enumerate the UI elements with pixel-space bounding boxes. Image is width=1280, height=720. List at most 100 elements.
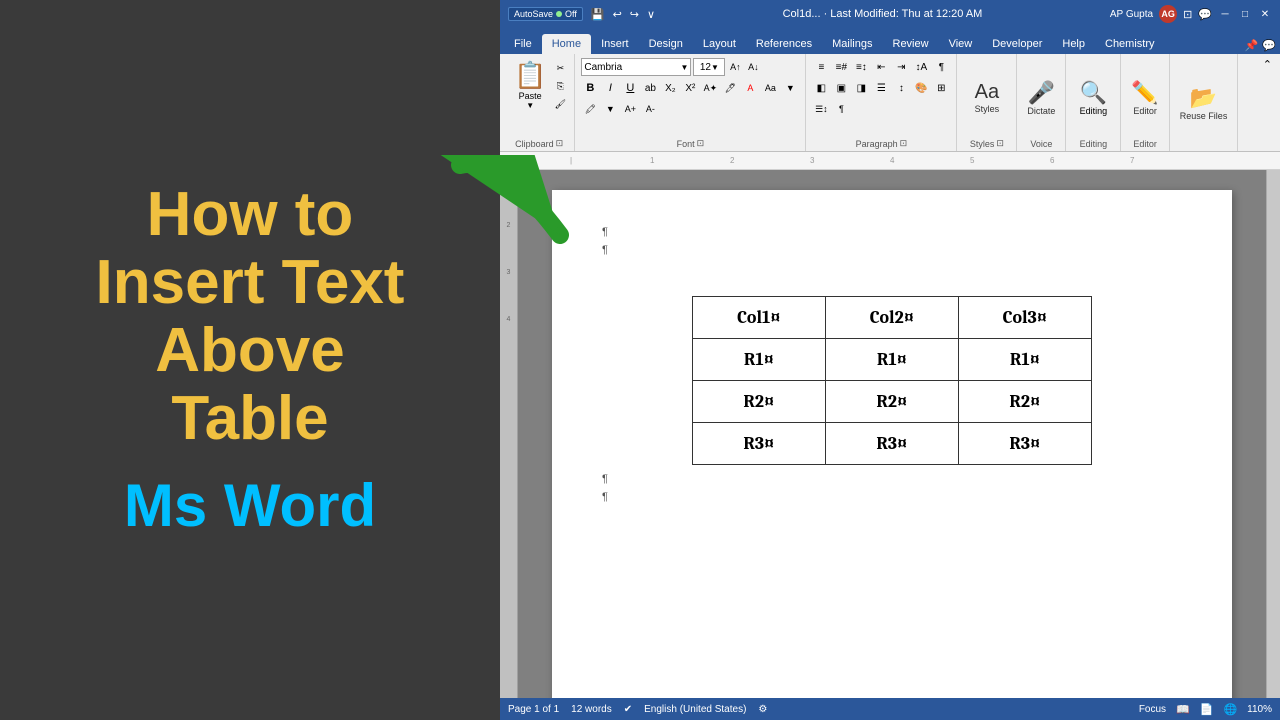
cut-button[interactable]: ✂ bbox=[552, 60, 568, 76]
justify-button[interactable]: ☰ bbox=[872, 79, 890, 97]
table-cell-r1c2[interactable]: R1¤ bbox=[826, 339, 959, 381]
more-icon[interactable]: ∨ bbox=[647, 8, 655, 21]
tab-view[interactable]: View bbox=[939, 34, 983, 54]
ribbon-toggle-icon[interactable]: ⊡ bbox=[1183, 8, 1192, 21]
superscript-button[interactable]: X² bbox=[681, 79, 699, 97]
numbered-list-button[interactable]: ≡# bbox=[832, 58, 850, 76]
tab-home[interactable]: Home bbox=[542, 34, 591, 54]
highlight-color-button[interactable]: 🖍 bbox=[581, 100, 599, 118]
change-case-button[interactable]: ▼ bbox=[781, 79, 799, 97]
read-mode-icon[interactable]: 📖 bbox=[1176, 703, 1190, 716]
table-cell-r1c1[interactable]: R1¤ bbox=[693, 339, 826, 381]
bullet-list-button[interactable]: ≡ bbox=[812, 58, 830, 76]
tab-file[interactable]: File bbox=[504, 34, 542, 54]
multilevel-list-button[interactable]: ≡↕ bbox=[852, 58, 870, 76]
undo-icon[interactable]: ↩ bbox=[613, 8, 622, 21]
reuse-files-button[interactable]: 📂 Reuse Files bbox=[1176, 83, 1232, 123]
word-table[interactable]: Col1¤ Col2¤ Col3¤ R1¤ R1¤ R1¤ R2¤ R2¤ bbox=[692, 296, 1092, 465]
tab-developer[interactable]: Developer bbox=[982, 34, 1052, 54]
table-cell-r3c2[interactable]: R3¤ bbox=[826, 423, 959, 465]
paste-button[interactable]: 📋 Paste ▼ bbox=[510, 58, 550, 112]
paragraph-mark-button[interactable]: ¶ bbox=[832, 100, 850, 118]
borders-button[interactable]: ⊞ bbox=[932, 79, 950, 97]
editing-button[interactable]: 🔍 Editing bbox=[1072, 78, 1114, 118]
tab-help[interactable]: Help bbox=[1052, 34, 1095, 54]
editor-button[interactable]: ✏️ Editor bbox=[1127, 78, 1162, 118]
shading2-button[interactable]: 🎨 bbox=[912, 79, 930, 97]
track-changes-icon[interactable]: ⚙ bbox=[758, 704, 767, 715]
clipboard-expand-icon[interactable]: ⊡ bbox=[556, 138, 564, 149]
ribbon-pin-icon[interactable]: 📌 bbox=[1245, 39, 1259, 52]
tab-layout[interactable]: Layout bbox=[693, 34, 746, 54]
word-window: AutoSave Off 💾 ↩ ↪ ∨ Col1d... · Last Mod… bbox=[500, 0, 1280, 720]
highlight-button[interactable]: 🖊 bbox=[721, 79, 739, 97]
table-cell-col2-header[interactable]: Col2¤ bbox=[826, 297, 959, 339]
decrease-indent-button[interactable]: ⇤ bbox=[872, 58, 890, 76]
dictate-button[interactable]: 🎤 Dictate bbox=[1023, 78, 1059, 118]
show-hide-button[interactable]: ¶ bbox=[932, 58, 950, 76]
clear-format-button[interactable]: Aa bbox=[761, 79, 779, 97]
sort-button[interactable]: ↕A bbox=[912, 58, 930, 76]
subscript-button[interactable]: X₂ bbox=[661, 79, 679, 97]
tab-references[interactable]: References bbox=[746, 34, 822, 54]
table-cell-col3-header[interactable]: Col3¤ bbox=[959, 297, 1092, 339]
styles-button[interactable]: Aa Styles bbox=[971, 79, 1004, 116]
align-left-button[interactable]: ◧ bbox=[812, 79, 830, 97]
tab-review[interactable]: Review bbox=[883, 34, 939, 54]
language[interactable]: English (United States) bbox=[644, 704, 746, 715]
table-cell-r3c1[interactable]: R3¤ bbox=[693, 423, 826, 465]
text-effects-button[interactable]: A✦ bbox=[701, 79, 719, 97]
ribbon-group-paragraph: ≡ ≡# ≡↕ ⇤ ⇥ ↕A ¶ ◧ ▣ ◨ ☰ ↕ 🎨 ⊞ bbox=[806, 54, 957, 151]
shading-button[interactable]: ▼ bbox=[601, 100, 619, 118]
table-cell-col1-header[interactable]: Col1¤ bbox=[693, 297, 826, 339]
underline-button[interactable]: U bbox=[621, 79, 639, 97]
table-cell-r1c3[interactable]: R1¤ bbox=[959, 339, 1092, 381]
decrease-font-button[interactable]: A↓ bbox=[745, 59, 761, 75]
para-spacing-button[interactable]: ☰↕ bbox=[812, 100, 830, 118]
strikethrough-button[interactable]: ab bbox=[641, 79, 659, 97]
scroll-right[interactable] bbox=[1266, 170, 1280, 698]
left-panel: How to Insert Text Above Table Ms Word bbox=[0, 0, 500, 720]
save-icon[interactable]: 💾 bbox=[591, 8, 605, 21]
increase-indent-button[interactable]: ⇥ bbox=[892, 58, 910, 76]
spell-check-icon[interactable]: ✔ bbox=[624, 704, 632, 715]
font-size-selector[interactable]: 12 ▼ bbox=[693, 58, 725, 76]
copy-button[interactable]: ⎘ bbox=[552, 78, 568, 94]
line-spacing-button[interactable]: ↕ bbox=[892, 79, 910, 97]
format-painter-button[interactable]: 🖌 bbox=[552, 96, 568, 112]
table-cell-r3c3[interactable]: R3¤ bbox=[959, 423, 1092, 465]
ribbon-collapse[interactable]: ⌃ bbox=[1259, 54, 1276, 151]
align-center-button[interactable]: ▣ bbox=[832, 79, 850, 97]
tab-design[interactable]: Design bbox=[639, 34, 693, 54]
autosave-badge[interactable]: AutoSave Off bbox=[508, 7, 583, 21]
font-size-inc2[interactable]: A+ bbox=[621, 100, 639, 118]
redo-icon[interactable]: ↪ bbox=[630, 8, 639, 21]
comments-icon[interactable]: 💬 bbox=[1198, 8, 1212, 21]
align-right-button[interactable]: ◨ bbox=[852, 79, 870, 97]
styles-expand-icon[interactable]: ⊡ bbox=[996, 138, 1004, 149]
paragraph-expand-icon[interactable]: ⊡ bbox=[900, 138, 908, 149]
close-button[interactable]: ✕ bbox=[1258, 7, 1272, 21]
tab-chemistry[interactable]: Chemistry bbox=[1095, 34, 1165, 54]
font-color-button[interactable]: A bbox=[741, 79, 759, 97]
document-page[interactable]: ¶ ¶ Col1¤ Col2¤ Col3¤ R1¤ R1¤ R1¤ bbox=[552, 190, 1232, 698]
focus-btn[interactable]: Focus bbox=[1139, 704, 1166, 715]
table-cell-r2c1[interactable]: R2¤ bbox=[693, 381, 826, 423]
ribbon-comment-icon[interactable]: 💬 bbox=[1262, 39, 1276, 52]
paragraph-label: Paragraph ⊡ bbox=[856, 138, 908, 149]
italic-button[interactable]: I bbox=[601, 79, 619, 97]
page-container[interactable]: ¶ ¶ Col1¤ Col2¤ Col3¤ R1¤ R1¤ R1¤ bbox=[518, 170, 1266, 698]
web-layout-icon[interactable]: 🌐 bbox=[1223, 703, 1237, 716]
table-cell-r2c3[interactable]: R2¤ bbox=[959, 381, 1092, 423]
font-expand-icon[interactable]: ⊡ bbox=[697, 138, 705, 149]
font-size-dec2[interactable]: A- bbox=[641, 100, 659, 118]
minimize-button[interactable]: ─ bbox=[1218, 7, 1232, 21]
increase-font-button[interactable]: A↑ bbox=[727, 59, 743, 75]
maximize-button[interactable]: □ bbox=[1238, 7, 1252, 21]
bold-button[interactable]: B bbox=[581, 79, 599, 97]
font-family-selector[interactable]: Cambria ▼ bbox=[581, 58, 691, 76]
print-layout-icon[interactable]: 📄 bbox=[1200, 703, 1214, 716]
tab-insert[interactable]: Insert bbox=[591, 34, 639, 54]
tab-mailings[interactable]: Mailings bbox=[822, 34, 882, 54]
table-cell-r2c2[interactable]: R2¤ bbox=[826, 381, 959, 423]
